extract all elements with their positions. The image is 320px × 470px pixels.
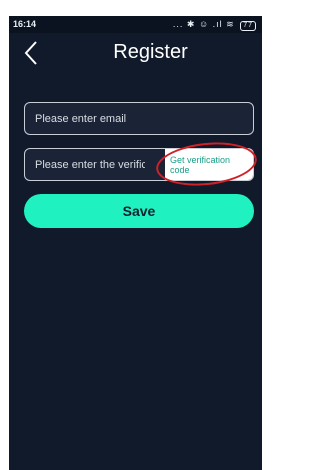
email-field[interactable]	[24, 102, 254, 135]
email-input[interactable]	[25, 103, 253, 134]
verification-code-input[interactable]	[25, 149, 155, 180]
verification-code-field[interactable]: Get verification code	[24, 137, 259, 191]
status-bar: 16:14 ... ✱ ☺ .ıl ≋ 77	[9, 16, 262, 33]
page-title: Register	[113, 41, 188, 63]
get-verification-code-button[interactable]: Get verification code	[165, 149, 253, 180]
status-icons: ... ✱ ☺ .ıl ≋ 77	[173, 19, 256, 31]
status-time: 16:14	[13, 19, 37, 29]
header: Register	[9, 33, 262, 73]
phone-screen: 16:14 ... ✱ ☺ .ıl ≋ 77 Register Get veri…	[9, 16, 262, 470]
save-button[interactable]: Save	[24, 194, 254, 228]
battery-icon: 77	[240, 21, 256, 31]
status-signal-icons: ... ✱ ☺ .ıl ≋	[172, 19, 235, 29]
